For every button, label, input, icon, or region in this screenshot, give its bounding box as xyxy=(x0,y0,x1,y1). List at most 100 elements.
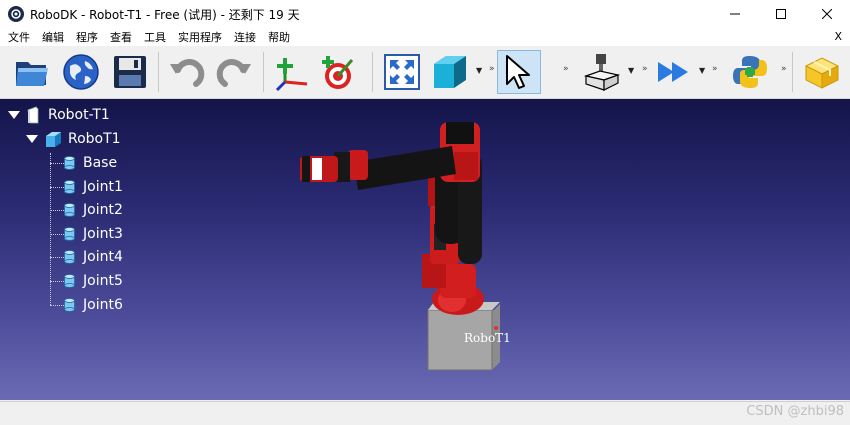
toolbar-separator xyxy=(372,52,373,92)
toolbar-overflow[interactable]: » xyxy=(563,64,569,74)
joint-cylinder-icon xyxy=(64,156,75,170)
package-icon xyxy=(804,57,840,89)
open-button[interactable] xyxy=(10,50,54,94)
online-library-button[interactable] xyxy=(59,50,103,94)
tree-item-station[interactable]: Robot-T1 xyxy=(8,104,110,126)
tree-connector xyxy=(50,153,51,305)
toolbar-separator xyxy=(792,52,793,92)
online-library-icon xyxy=(63,54,99,90)
view-cube-icon xyxy=(434,56,466,88)
save-icon xyxy=(114,56,146,88)
toolbar-overflow[interactable]: » xyxy=(712,64,718,74)
view-dropdown-arrow-icon[interactable]: ▼ xyxy=(476,66,482,75)
robodk-logo-icon xyxy=(8,6,24,22)
close-icon xyxy=(822,9,832,19)
tree-item-joint[interactable]: Joint6 xyxy=(64,294,123,316)
menu-help[interactable]: 帮助 xyxy=(262,29,296,45)
tree-connector xyxy=(50,163,64,164)
toolbar-overflow[interactable]: » xyxy=(781,64,787,74)
menu-view[interactable]: 查看 xyxy=(104,29,138,45)
tree-item-joint[interactable]: Joint5 xyxy=(64,270,123,292)
station-tree: Robot-T1 RoboT1 Base Joint1 Joint2 Joint… xyxy=(0,99,300,400)
title-bar: RoboDK - Robot-T1 - Free (试用) - 还剩下 19 天 xyxy=(0,0,850,28)
station-icon xyxy=(27,106,39,124)
toolbar-overflow[interactable]: » xyxy=(642,64,648,74)
run-dropdown-arrow-icon[interactable]: ▼ xyxy=(699,66,705,75)
robot-3d-label: RoboT1 xyxy=(464,331,511,345)
toolbar-separator xyxy=(263,52,264,92)
tree-connector xyxy=(50,234,64,235)
machining-project-button[interactable] xyxy=(580,50,624,94)
joint-cylinder-icon xyxy=(64,227,75,241)
tree-item-label: Joint3 xyxy=(83,226,123,242)
select-cursor-icon xyxy=(506,55,530,89)
tree-connector xyxy=(50,257,64,258)
machining-dropdown-arrow-icon[interactable]: ▼ xyxy=(628,66,634,75)
menu-close-button[interactable]: X xyxy=(834,28,842,46)
fit-all-button[interactable] xyxy=(380,50,424,94)
save-button[interactable] xyxy=(108,50,152,94)
add-reference-frame-button[interactable] xyxy=(269,50,313,94)
add-target-button[interactable] xyxy=(316,50,360,94)
maximize-button[interactable] xyxy=(758,0,804,28)
maximize-icon xyxy=(776,9,786,19)
robot-icon xyxy=(46,132,61,147)
expand-arrow-icon[interactable] xyxy=(26,135,38,143)
menu-utilities[interactable]: 实用程序 xyxy=(172,29,228,45)
tree-connector xyxy=(50,281,64,282)
tree-item-joint[interactable]: Base xyxy=(64,152,117,174)
menu-tools[interactable]: 工具 xyxy=(138,29,172,45)
tree-item-joint[interactable]: Joint4 xyxy=(64,246,123,268)
redo-icon xyxy=(216,59,251,87)
joint-cylinder-icon xyxy=(64,274,75,288)
machining-project-icon xyxy=(583,54,621,91)
menu-edit[interactable]: 编辑 xyxy=(36,29,70,45)
menu-connect[interactable]: 连接 xyxy=(228,29,262,45)
status-bar: CSDN @zhbi98 xyxy=(0,401,850,425)
open-folder-icon xyxy=(16,62,48,86)
menu-file[interactable]: 文件 xyxy=(0,29,36,45)
add-target-icon xyxy=(322,56,354,89)
toolbar-overflow[interactable]: » xyxy=(489,64,495,74)
tree-item-label: Joint5 xyxy=(83,273,123,289)
tree-item-joint[interactable]: Joint3 xyxy=(64,223,123,245)
3d-viewport[interactable]: Robot-T1 RoboT1 Base Joint1 Joint2 Joint… xyxy=(0,99,850,400)
minimize-button[interactable] xyxy=(712,0,758,28)
tree-item-robot[interactable]: RoboT1 xyxy=(26,128,121,150)
joint-cylinder-icon xyxy=(64,203,75,217)
tree-connector xyxy=(50,210,64,211)
undo-button[interactable] xyxy=(164,50,208,94)
run-program-icon xyxy=(658,62,688,82)
toolbar: ▼ » » ▼ » ▼ » » xyxy=(0,46,850,99)
tree-item-joint[interactable]: Joint1 xyxy=(64,176,123,198)
minimize-icon xyxy=(730,13,740,15)
view-cube-button[interactable] xyxy=(428,50,472,94)
redo-button[interactable] xyxy=(213,50,257,94)
toolbar-separator xyxy=(158,52,159,92)
tree-item-label: RoboT1 xyxy=(68,131,121,147)
expand-arrow-icon[interactable] xyxy=(8,111,20,119)
python-program-button[interactable] xyxy=(728,50,772,94)
tree-item-label: Robot-T1 xyxy=(48,107,110,123)
watermark-text: CSDN @zhbi98 xyxy=(746,404,844,419)
tree-item-label: Joint6 xyxy=(83,297,123,313)
python-program-icon xyxy=(733,56,767,88)
tree-item-label: Joint1 xyxy=(83,179,123,195)
window-title: RoboDK - Robot-T1 - Free (试用) - 还剩下 19 天 xyxy=(30,7,300,22)
menu-bar: 文件 编辑 程序 查看 工具 实用程序 连接 帮助 X xyxy=(0,28,850,46)
run-program-button[interactable] xyxy=(652,50,696,94)
tree-connector xyxy=(50,187,64,188)
tree-item-joint[interactable]: Joint2 xyxy=(64,199,123,221)
tree-item-label: Base xyxy=(83,155,118,171)
joint-cylinder-icon xyxy=(64,298,75,312)
tree-item-label: Joint2 xyxy=(83,202,123,218)
package-button[interactable] xyxy=(800,50,844,94)
menu-program[interactable]: 程序 xyxy=(70,29,104,45)
select-cursor-button[interactable] xyxy=(497,50,541,94)
add-reference-frame-icon xyxy=(275,58,308,92)
joint-cylinder-icon xyxy=(64,250,75,264)
joint-cylinder-icon xyxy=(64,180,75,194)
fit-all-icon xyxy=(384,54,420,90)
close-button[interactable] xyxy=(804,0,850,28)
tree-item-label: Joint4 xyxy=(83,249,123,265)
